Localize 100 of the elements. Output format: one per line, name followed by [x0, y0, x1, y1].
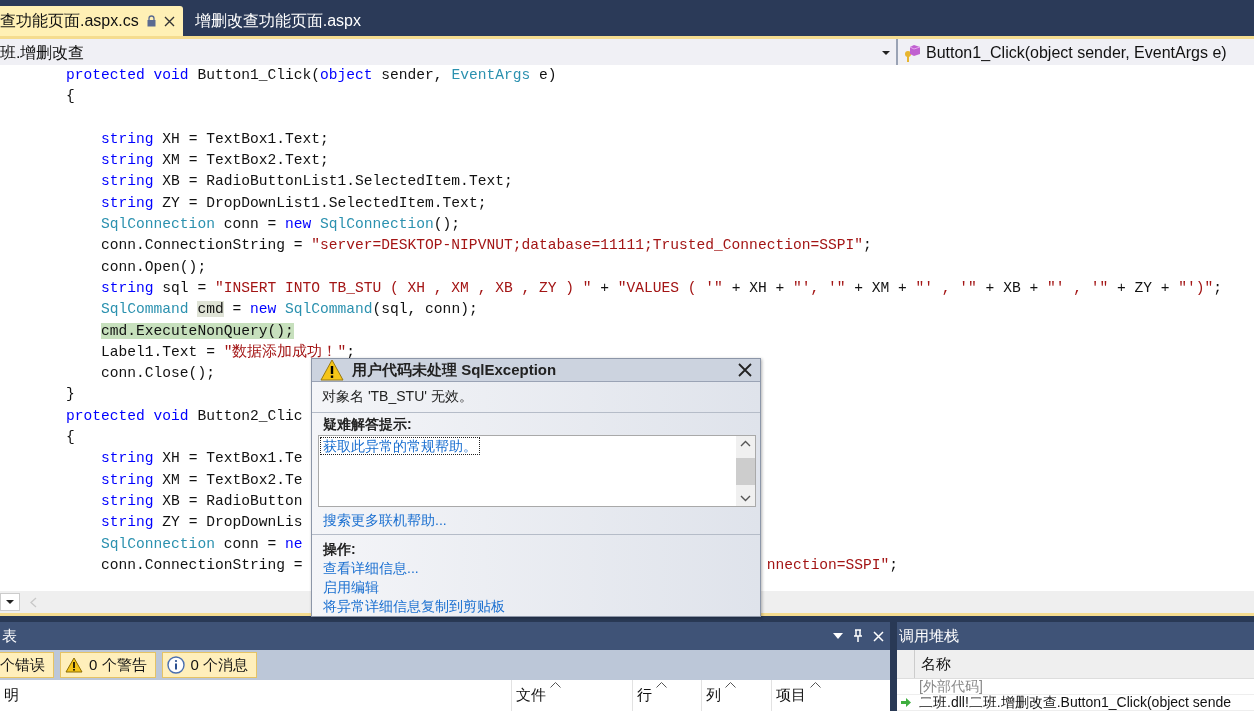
- code-text: XB = RadioButton: [162, 492, 303, 509]
- code-text: string: [101, 514, 155, 531]
- stack-frame[interactable]: [外部代码]: [915, 679, 983, 694]
- code-text: conn.ConnectionString =: [101, 237, 304, 254]
- code-text: Button2_Clic: [197, 407, 303, 424]
- dialog-title: 用户代码未处理 SqlException: [352, 360, 558, 380]
- code-text: "INSERT INTO TB_STU ( XH , XM , XB , ZY ) ": [214, 279, 592, 296]
- code-text: XB = RadioButtonList1.SelectedItem.Text;: [162, 173, 513, 190]
- info-icon: [166, 656, 185, 674]
- scroll-up-icon[interactable]: [740, 440, 751, 447]
- column-header[interactable]: 文件: [512, 680, 633, 711]
- sort-caret-icon: [656, 682, 667, 688]
- code-text: Button1_Click(: [197, 67, 320, 83]
- code-text: SqlConnection: [320, 216, 434, 233]
- code-text: new: [249, 301, 278, 318]
- code-text: "', '": [792, 279, 846, 296]
- code-text: + XB +: [984, 279, 1040, 296]
- filter-button[interactable]: 个错误: [0, 652, 54, 678]
- scrollbar[interactable]: [736, 436, 755, 506]
- column-header[interactable]: 列: [702, 680, 772, 711]
- column-header[interactable]: 名称: [915, 650, 951, 678]
- section-heading: 操作:: [323, 541, 356, 559]
- exception-message: 对象名 'TB_STU' 无效。: [312, 382, 760, 413]
- member-dropdown[interactable]: Button1_Click(object sender, EventArgs e): [898, 39, 1254, 67]
- stack-frame[interactable]: 二班.dll!二班.增删改查.Button1_Click(object sende: [915, 695, 1231, 710]
- close-icon[interactable]: [738, 363, 752, 377]
- code-text: =: [231, 301, 243, 318]
- lock-icon: [146, 15, 156, 27]
- code-text: object: [320, 67, 374, 83]
- code-text: EventArgs: [451, 67, 532, 83]
- caret-icon: [6, 600, 14, 604]
- warning-icon: [65, 657, 83, 673]
- filter-button[interactable]: 0 个警告: [60, 652, 156, 678]
- code-text: XH = TextBox1.Te: [162, 450, 303, 467]
- document-tab[interactable]: 增删改查功能页面.aspx: [186, 6, 369, 36]
- scroll-thumb[interactable]: [736, 457, 755, 485]
- code-text: + XH +: [730, 279, 786, 296]
- sort-caret-icon: [725, 682, 736, 688]
- code-text: {: [66, 429, 75, 446]
- section-heading: 疑难解答提示:: [322, 416, 412, 434]
- code-text: {: [66, 88, 75, 105]
- code-text: SqlCommand: [285, 301, 373, 318]
- filter-button[interactable]: 0 个消息: [161, 652, 258, 678]
- code-text: string: [101, 492, 155, 509]
- code-text: conn.Close();: [101, 365, 215, 382]
- code-text: XM = TextBox2.Text;: [162, 152, 329, 169]
- code-text: string: [101, 173, 155, 190]
- code-text: SqlConnection: [101, 535, 216, 552]
- code-text: }: [66, 386, 75, 403]
- code-text: ne: [284, 535, 303, 552]
- column-header[interactable]: 明: [0, 680, 512, 711]
- code-text: protected: [66, 67, 146, 83]
- code-text: conn.Open();: [101, 258, 207, 275]
- help-link[interactable]: 获取此异常的常规帮助。: [321, 438, 479, 454]
- code-text: string: [101, 130, 155, 147]
- code-text: string: [101, 450, 155, 467]
- column-header[interactable]: 项目: [772, 680, 890, 711]
- code-text: "' , '": [1046, 279, 1109, 296]
- code-text: ;: [862, 237, 872, 254]
- search-link[interactable]: 搜索更多联机帮助...: [323, 511, 447, 530]
- scroll-down-icon[interactable]: [740, 495, 751, 502]
- panel-title: 表: [2, 626, 17, 646]
- caret-icon: [882, 51, 890, 55]
- code-text: sql =: [162, 279, 208, 296]
- sort-caret-icon: [810, 682, 821, 688]
- code-text: string: [101, 152, 155, 169]
- code-text: "VALUES ( '": [617, 279, 723, 296]
- dropdown-icon[interactable]: [833, 633, 843, 639]
- code-text: "数据添加成功！": [223, 343, 347, 360]
- column-header[interactable]: 行: [633, 680, 702, 711]
- zoom-dropdown[interactable]: [0, 593, 20, 611]
- code-text: (sql, conn);: [372, 301, 478, 318]
- code-text: string: [101, 194, 155, 211]
- action-link[interactable]: 将异常详细信息复制到剪贴板: [323, 597, 505, 616]
- code-text: Label1.Text =: [101, 343, 216, 360]
- sort-caret-icon: [550, 682, 561, 688]
- code-text: protected: [66, 407, 146, 424]
- code-text: void: [153, 67, 190, 83]
- code-text: + XM +: [853, 279, 908, 296]
- code-text: sender,: [381, 67, 444, 83]
- code-text: XM = TextBox2.Te: [162, 471, 303, 488]
- code-text: "')": [1178, 279, 1214, 296]
- code-text: XH = TextBox1.Text;: [162, 130, 329, 147]
- document-tab[interactable]: 查功能页面.aspx.cs: [0, 6, 183, 36]
- action-link[interactable]: 启用编辑: [323, 578, 379, 597]
- code-text: cmd: [197, 301, 224, 318]
- code-text: void: [153, 407, 190, 424]
- code-text: conn =: [223, 535, 278, 552]
- code-text: "server=DESKTOP-NIPVNUT;database=11111;Trusted_Connection=SSPI": [311, 237, 863, 254]
- code-text: ZY = DropDownList1.SelectedItem.Text;: [162, 194, 487, 211]
- action-link[interactable]: 查看详细信息...: [323, 559, 419, 578]
- code-text: ();: [433, 216, 461, 233]
- pin-icon[interactable]: [853, 629, 863, 643]
- code-text: SqlConnection: [101, 216, 216, 233]
- close-icon[interactable]: [163, 15, 175, 27]
- code-text: SqlCommand: [101, 301, 190, 318]
- code-text: conn =: [223, 216, 278, 233]
- code-text: e): [538, 67, 557, 83]
- code-text: nnection=SSPI": [766, 556, 890, 573]
- arrow-icon: [900, 697, 912, 708]
